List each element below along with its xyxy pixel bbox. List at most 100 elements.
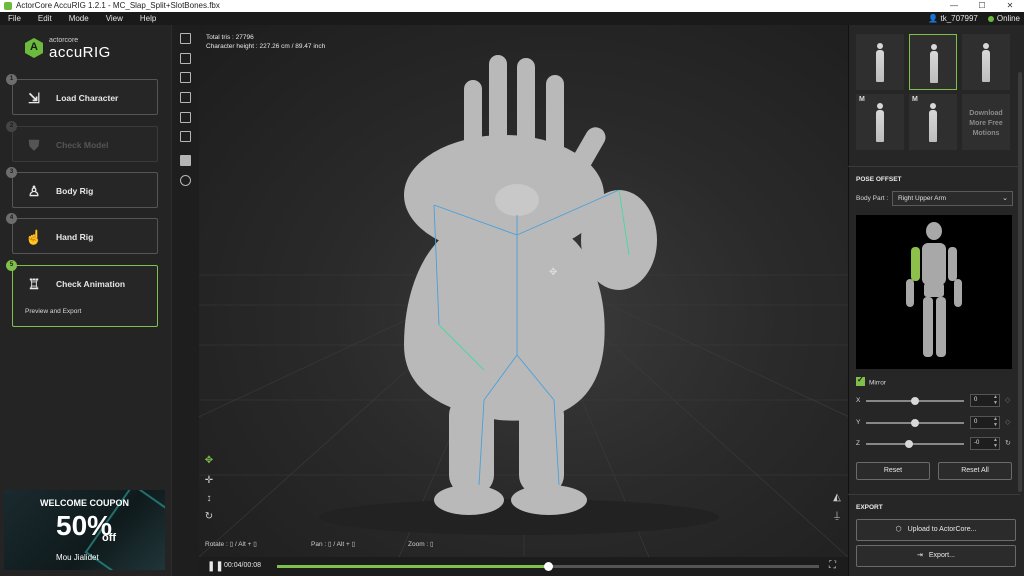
view-mode-3-icon[interactable] — [180, 72, 191, 83]
step-number-2: 2 — [6, 121, 17, 132]
mirror-checkbox[interactable]: Mirror — [856, 375, 886, 387]
motion-tag: M — [912, 96, 918, 103]
coupon-off: off — [102, 532, 117, 544]
divider — [848, 166, 1020, 167]
maximize-button[interactable]: ☐ — [968, 0, 996, 12]
view-mode-4-icon[interactable] — [180, 92, 191, 103]
pan-hint-keys: / Alt + — [333, 541, 350, 548]
cube-icon[interactable] — [180, 155, 191, 166]
pose-offset-title: POSE OFFSET — [856, 176, 902, 183]
view-mode-1-icon[interactable] — [180, 33, 191, 44]
view-mode-2-icon[interactable] — [180, 53, 191, 64]
export-title: EXPORT — [856, 504, 883, 511]
menu-edit[interactable]: Edit — [30, 12, 61, 25]
export-button[interactable]: ⇥ Export... — [856, 545, 1016, 567]
select-tool-icon[interactable]: ✥ — [203, 455, 215, 467]
step-label: Load Character — [56, 93, 119, 103]
reset-y-icon[interactable]: ◇ — [1005, 418, 1010, 426]
mouse-icon: ▯ — [430, 541, 434, 548]
reset-button[interactable]: Reset — [856, 462, 930, 480]
download-more-motions[interactable]: Download More Free Motions — [962, 94, 1010, 150]
welcome-coupon-banner[interactable]: WELCOME COUPON 50% off Mou Jialidet — [4, 490, 165, 570]
menu-help[interactable]: Help — [132, 12, 165, 25]
reset-x-icon[interactable]: ◇ — [1005, 396, 1010, 404]
axis-x-slider[interactable] — [866, 397, 964, 405]
user-account[interactable]: 👤 tk_707997 — [928, 12, 978, 25]
ground-snap-icon[interactable]: ⍊ — [831, 510, 843, 522]
zoom-hint: Zoom : ▯ — [408, 540, 434, 548]
motion-thumb-1[interactable] — [856, 34, 904, 90]
menu-mode[interactable]: Mode — [61, 12, 98, 25]
axis-x-label: X — [856, 397, 861, 404]
coupon-footer: Mou Jialidet — [56, 553, 99, 562]
step-body-rig[interactable]: ♙ Body Rig — [12, 172, 158, 208]
motion-thumb-4[interactable]: M — [856, 94, 904, 150]
menu-file[interactable]: File — [0, 12, 30, 25]
viewport-stats: Total tris : 27796 Character height : 22… — [206, 33, 325, 51]
rotate-gizmo-icon: ✥ — [549, 267, 557, 278]
online-dot-icon — [987, 15, 994, 22]
rotate-hint-label: Rotate : — [205, 541, 228, 548]
vertical-move-icon[interactable]: ↕ — [203, 493, 215, 505]
axis-z-input[interactable]: -0 ▲ ▼ — [970, 437, 1000, 450]
app-icon — [4, 2, 12, 10]
bone-icon[interactable] — [180, 175, 191, 186]
slider-handle[interactable] — [911, 419, 919, 427]
slider-handle[interactable] — [911, 397, 919, 405]
mirror-view-icon[interactable]: ◭ — [831, 492, 843, 504]
reset-z-icon[interactable]: ↻ — [1005, 439, 1011, 447]
axis-x-input[interactable]: 0 ▲ ▼ — [970, 394, 1000, 407]
move-tool-icon[interactable]: ✛ — [203, 475, 215, 487]
minimize-button[interactable]: — — [940, 0, 968, 12]
spinner-arrows-icon[interactable]: ▲ ▼ — [993, 394, 998, 406]
step-label: Check Animation — [56, 279, 126, 289]
axis-z-value: -0 — [974, 440, 980, 446]
model-check-icon: ⛊ — [28, 137, 40, 153]
axis-z-slider[interactable] — [866, 440, 964, 448]
motion-figure — [875, 103, 885, 143]
axis-y-slider[interactable] — [866, 419, 964, 427]
panel-scrollbar[interactable] — [1018, 72, 1022, 492]
step-label: Check Model — [56, 140, 109, 150]
reset-all-button[interactable]: Reset All — [938, 462, 1012, 480]
timeline-progress — [277, 565, 548, 568]
close-button[interactable]: ✕ — [996, 0, 1024, 12]
timeline-track[interactable] — [277, 562, 819, 571]
3d-viewport[interactable]: ✥ Total tris : 27796 Character height : … — [199, 25, 848, 557]
upload-to-actorcore-button[interactable]: ⬡ Upload to ActorCore... — [856, 519, 1016, 541]
total-tris-label: Total tris : 27796 — [206, 34, 254, 41]
menu-view[interactable]: View — [98, 12, 132, 25]
view-mode-5-icon[interactable] — [180, 112, 191, 123]
mirror-label: Mirror — [869, 379, 886, 387]
axis-x-value: 0 — [974, 397, 978, 403]
zoom-hint-label: Zoom : — [408, 541, 429, 548]
spinner-arrows-icon[interactable]: ▲ ▼ — [993, 416, 998, 428]
mannequin-preview — [906, 222, 962, 357]
window-controls: — ☐ ✕ — [940, 0, 1024, 12]
checkbox-checked-icon — [856, 375, 865, 386]
mouse-icon: ▯ — [328, 541, 332, 548]
step-check-model[interactable]: ⛊ Check Model — [12, 126, 158, 162]
step-load-character[interactable]: ⇲ Load Character — [12, 79, 158, 115]
rotate-tool-icon[interactable]: ↻ — [203, 511, 215, 523]
step-description: Preview and Export — [25, 308, 82, 315]
playback-bar: ❚❚ 00:04/00:08 ⛶ — [199, 557, 848, 576]
motion-thumb-5[interactable]: M — [909, 94, 957, 150]
view-mode-6-icon[interactable] — [180, 131, 191, 142]
fullscreen-icon[interactable]: ⛶ — [829, 560, 836, 571]
online-status: Online — [987, 12, 1020, 25]
upload-icon: ⬡ — [895, 526, 902, 533]
step-number-1: 1 — [6, 74, 17, 85]
motion-thumb-3[interactable] — [962, 34, 1010, 90]
menu-bar: File Edit Mode View Help 👤 tk_707997 Onl… — [0, 12, 1024, 25]
pan-hint-label: Pan : — [311, 541, 327, 548]
axis-y-input[interactable]: 0 ▲ ▼ — [970, 416, 1000, 429]
spinner-arrows-icon[interactable]: ▲ ▼ — [993, 437, 998, 449]
timeline-scrubber[interactable] — [544, 562, 553, 571]
body-part-select[interactable]: Right Upper Arm ⌄ — [892, 191, 1013, 206]
motion-thumb-2[interactable] — [909, 34, 957, 90]
step-hand-rig[interactable]: ☝ Hand Rig — [12, 218, 158, 254]
export-label: Export... — [928, 552, 955, 559]
step-check-animation[interactable]: ♖ Check Animation Preview and Export — [12, 265, 158, 327]
pause-icon[interactable]: ❚❚ — [207, 561, 224, 572]
